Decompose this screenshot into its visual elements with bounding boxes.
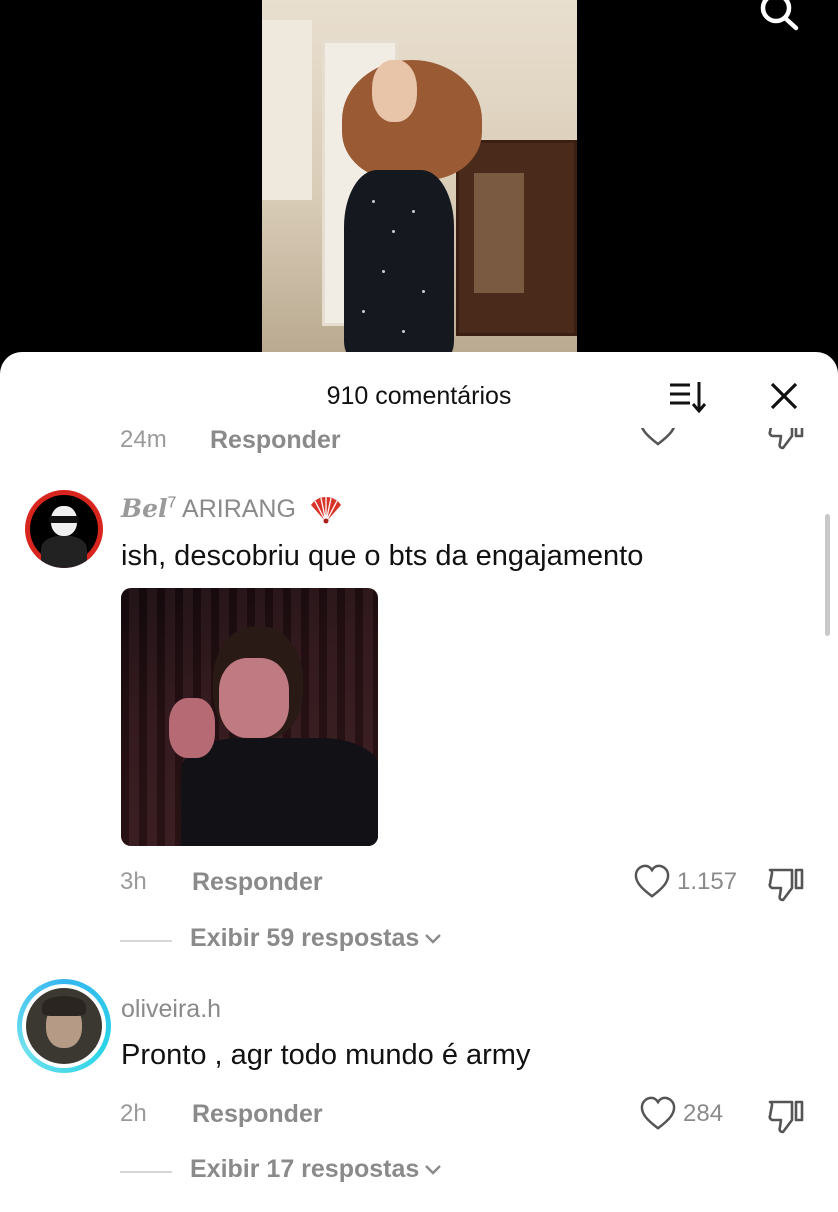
chevron-down-icon: [425, 1164, 442, 1175]
search-icon: [760, 0, 799, 31]
replies-divider: [120, 940, 172, 942]
comment-username[interactable]: Bel7 ARIRANG: [121, 494, 343, 525]
dislike-icon[interactable]: [766, 428, 806, 452]
video-person-dress: [344, 170, 454, 360]
comment-actions: 3h Responder 1.157: [0, 864, 838, 902]
partial-comment-row: 24m Responder: [0, 428, 838, 468]
dislike-icon[interactable]: [766, 1096, 806, 1136]
fan-icon: [310, 497, 341, 524]
comment-text: ish, descobriu que o bts da engajamento: [121, 540, 644, 572]
view-replies-button[interactable]: Exibir 59 respostas: [0, 924, 838, 958]
reply-button[interactable]: Responder: [192, 1100, 323, 1129]
reply-button[interactable]: Responder: [192, 868, 323, 897]
comment-time: 2h: [120, 1100, 147, 1127]
username-suffix: ARIRANG: [182, 495, 296, 523]
close-button[interactable]: [766, 378, 802, 414]
video-background-shelf: [262, 20, 312, 200]
view-replies-button[interactable]: Exibir 17 respostas: [0, 1155, 838, 1189]
reply-button[interactable]: Responder: [210, 428, 341, 455]
chevron-down-icon: [425, 933, 442, 944]
view-replies-label[interactable]: Exibir 17 respostas: [190, 1155, 443, 1184]
comment-actions: 2h Responder 284: [0, 1096, 838, 1134]
comment-username[interactable]: oliveira.h: [121, 995, 221, 1024]
avatar[interactable]: [17, 979, 111, 1073]
replies-divider: [120, 1171, 172, 1173]
like-count: 284: [683, 1100, 724, 1127]
view-replies-text: Exibir 17 respostas: [190, 1155, 420, 1183]
video-background-cabinet: [456, 140, 577, 336]
comment-gif[interactable]: [121, 588, 378, 846]
sort-icon: [670, 382, 707, 414]
view-replies-text: Exibir 59 respostas: [190, 924, 420, 952]
video-area[interactable]: [0, 0, 838, 370]
username-superscript: 7: [167, 494, 177, 512]
view-replies-label[interactable]: Exibir 59 respostas: [190, 924, 443, 953]
comment-time: 3h: [120, 868, 147, 895]
heart-icon: [640, 1096, 676, 1130]
video-thumbnail[interactable]: [262, 0, 577, 360]
comment-text: Pronto , agr todo mundo é army: [121, 1039, 531, 1071]
like-button[interactable]: 284: [639, 1096, 723, 1132]
sort-button[interactable]: [668, 380, 708, 414]
username-styled: Bel: [121, 494, 168, 523]
comments-count-title: 910 comentários: [326, 382, 512, 410]
search-button[interactable]: [752, 0, 806, 38]
avatar[interactable]: [25, 490, 103, 568]
like-button[interactable]: 1.157: [633, 864, 737, 900]
video-person-face: [372, 60, 417, 122]
heart-icon[interactable]: [638, 428, 678, 450]
heart-icon: [634, 864, 670, 898]
dislike-icon[interactable]: [766, 864, 806, 904]
close-icon: [770, 382, 798, 410]
like-count: 1.157: [677, 868, 738, 895]
comments-sheet: 910 comentários 24m Responder Bel7 ARIRA…: [0, 352, 838, 1212]
comment-time: 24m: [120, 428, 167, 453]
scrollbar[interactable]: [825, 514, 830, 636]
